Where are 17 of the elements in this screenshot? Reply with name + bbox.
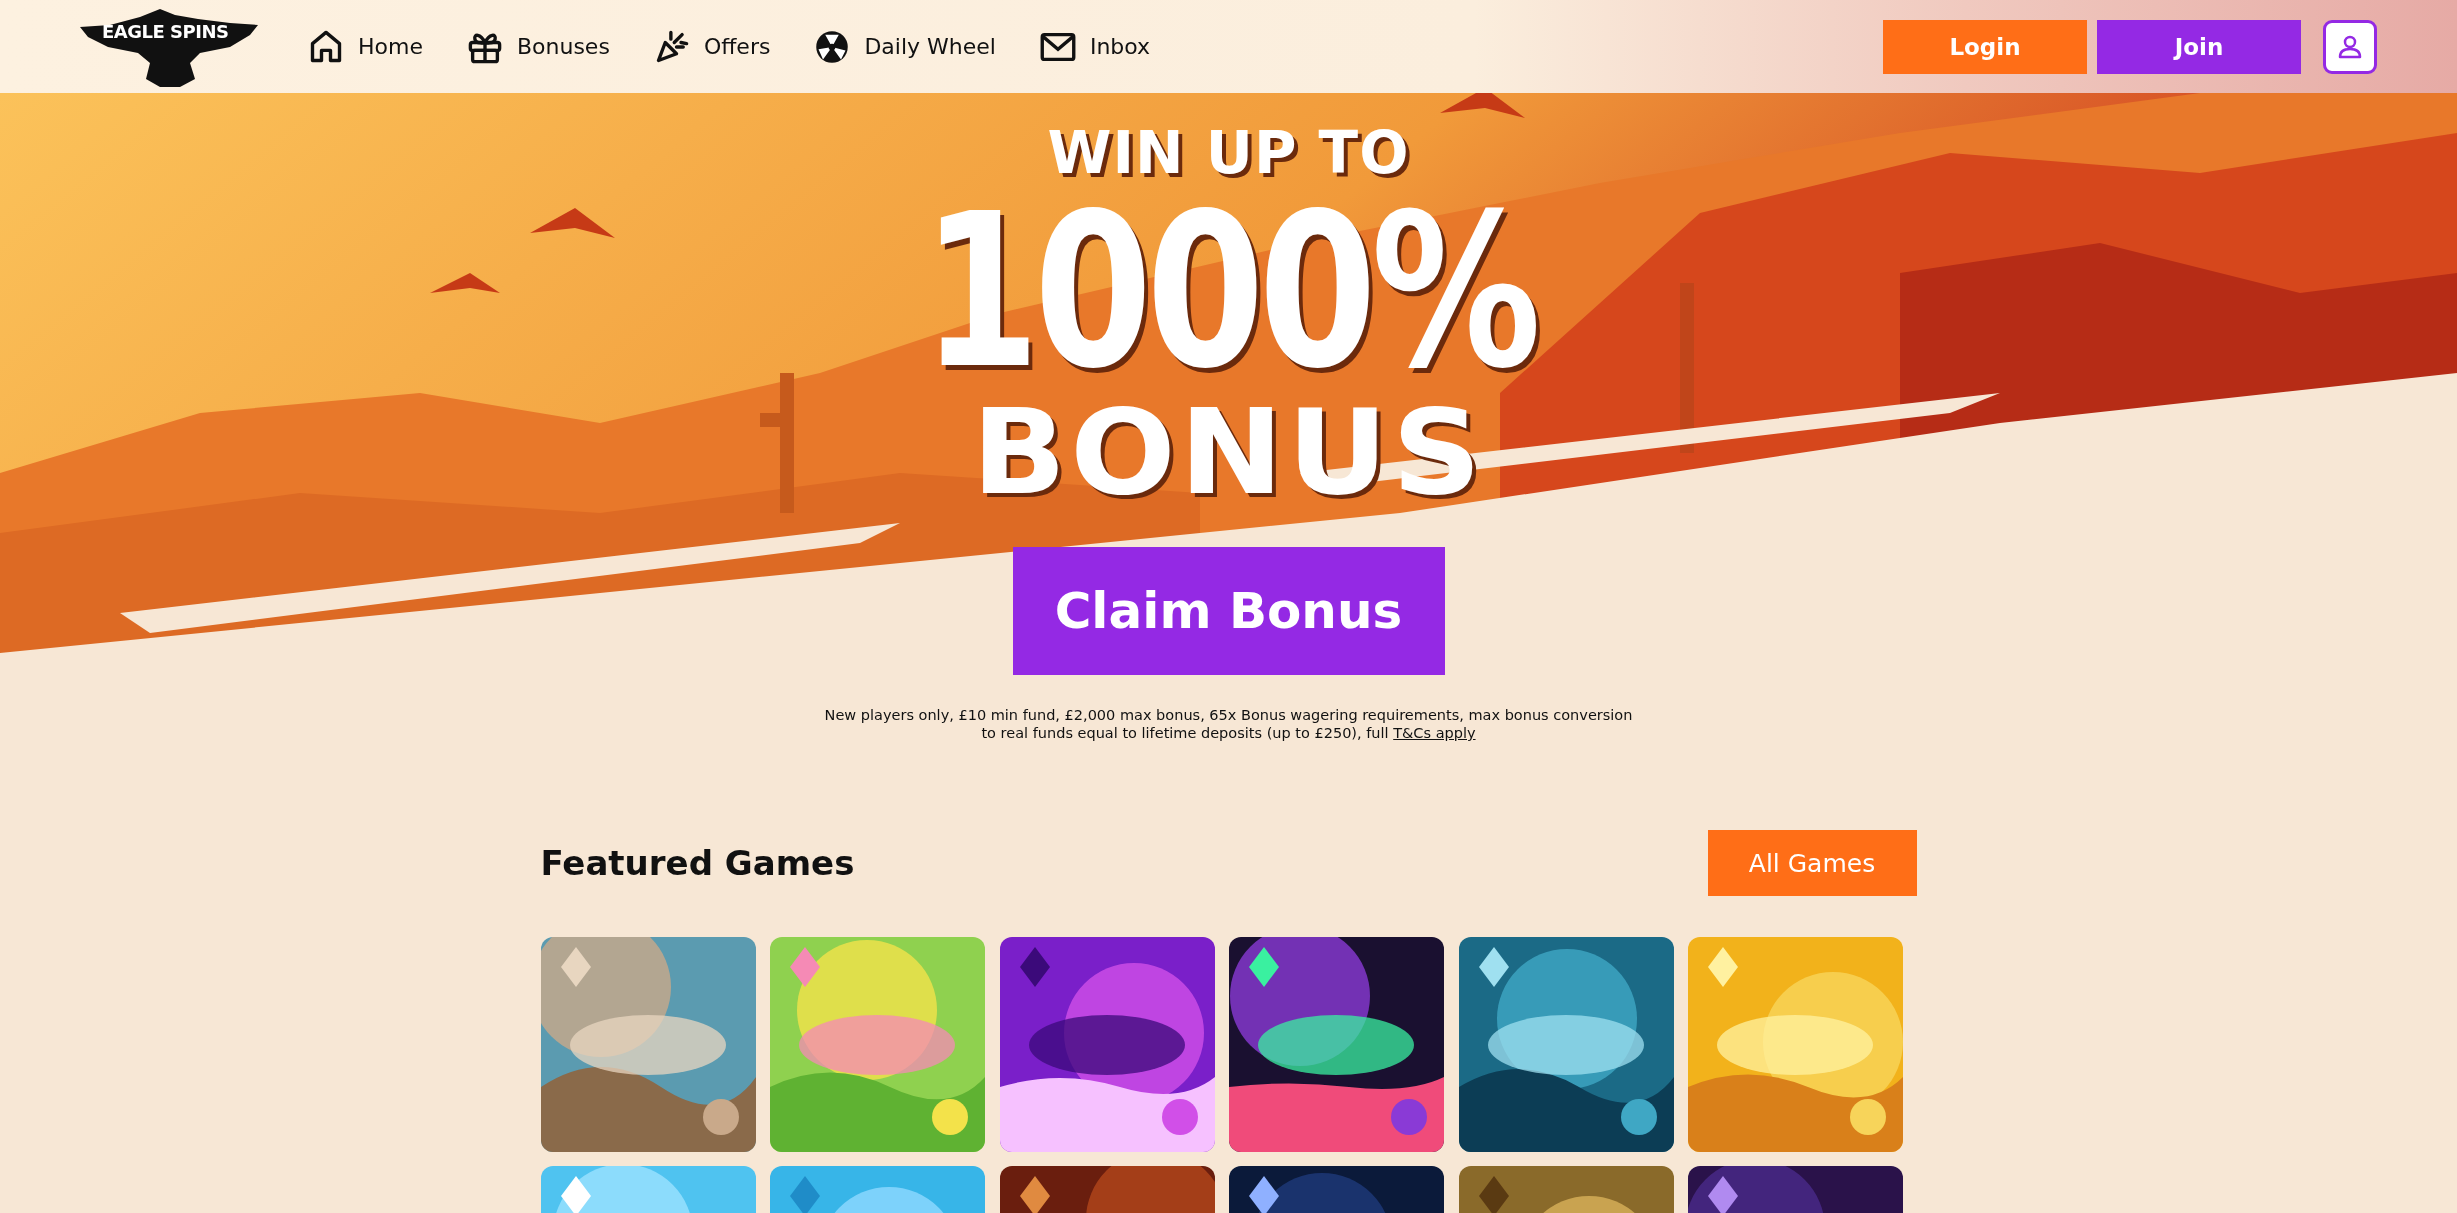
nav-link[interactable]: Home	[308, 28, 423, 65]
terms-text: New players only, £10 min fund, £2,000 max bonus, 65x Bonus wagering requirements, max bonus conversion to real funds equal to lifetime deposits (up to £250), full T&Cs apply	[823, 706, 1634, 742]
join-button[interactable]: Join	[2097, 19, 2301, 74]
nav-link[interactable]: Bonuses	[466, 28, 610, 65]
eagle-icon	[80, 6, 258, 87]
nav-link[interactable]: Daily Wheel	[814, 28, 996, 65]
user-icon	[2337, 33, 2363, 60]
section-title: Featured Games	[540, 843, 855, 883]
wheel-icon	[814, 28, 851, 65]
nav-link[interactable]: Offers	[653, 28, 771, 65]
terms-link[interactable]: T&Cs apply	[1393, 725, 1476, 741]
logo-text: EAGLE SPINS	[102, 20, 229, 42]
home-icon	[308, 28, 344, 65]
profile-button[interactable]	[2323, 19, 2377, 74]
hero-kicker: WIN UP TO	[1047, 119, 1410, 187]
claim-bonus-button[interactable]: Claim Bonus	[1012, 547, 1445, 675]
nav-link[interactable]: Inbox	[1039, 28, 1151, 65]
